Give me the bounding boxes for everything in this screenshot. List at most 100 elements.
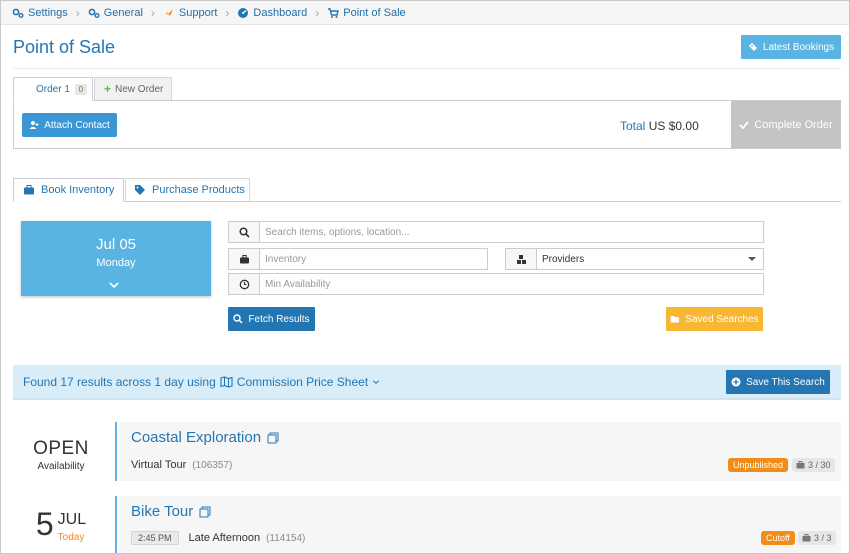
breadcrumb-general[interactable]: General (88, 7, 143, 19)
save-search-button[interactable]: Save This Search (726, 370, 830, 394)
option-code: (114154) (266, 532, 306, 544)
date-today-label: Today (57, 532, 85, 543)
results-summary-text: Found 17 results across 1 day using (23, 375, 216, 389)
breadcrumb-label: General (103, 6, 143, 19)
folder-open-icon (670, 316, 680, 323)
result-date: 5 JUL Today (21, 508, 101, 543)
fetch-results-button[interactable]: Fetch Results (228, 307, 315, 331)
capacity-badge: 3 / 30 (792, 458, 835, 472)
option-name: Late Afternoon (188, 532, 261, 544)
suitcase-icon (802, 534, 811, 542)
chevron-down-icon (109, 282, 119, 289)
price-sheet-dropdown[interactable]: Commission Price Sheet (237, 375, 368, 389)
plus-icon: + (104, 82, 112, 96)
capacity-badge: 3 / 3 (798, 531, 836, 545)
status-badge: Cutoff (761, 531, 795, 545)
date-day: 5 (35, 506, 54, 542)
result-option: Virtual Tour (106357) (131, 459, 232, 471)
breadcrumb-separator: › (75, 5, 80, 20)
tab-label: Purchase Products (152, 184, 245, 196)
ticket-icon (748, 43, 757, 51)
breadcrumb-point-of-sale[interactable]: Point of Sale (327, 7, 406, 19)
cart-icon (328, 7, 340, 18)
availability-field (228, 273, 764, 295)
result-card: Coastal Exploration Virtual Tour (106357… (119, 422, 841, 481)
min-availability-input[interactable] (260, 275, 763, 293)
order-count-badge: 0 (74, 83, 87, 95)
breadcrumb-label: Support (178, 6, 218, 19)
option-name: Virtual Tour (131, 459, 187, 471)
date-selector[interactable]: Jul 05 Monday (21, 221, 211, 296)
fetch-results-label: Fetch Results (248, 313, 310, 325)
gears-icon (88, 8, 100, 18)
copy-icon (199, 506, 211, 517)
divider (13, 201, 841, 202)
capacity-value: 3 / 3 (814, 533, 832, 543)
plus-circle-icon (731, 377, 741, 387)
page-title: Point of Sale (13, 37, 116, 57)
gears-icon (12, 8, 24, 18)
result-title[interactable]: Bike Tour (131, 503, 211, 520)
result-date: OPEN Availability (21, 438, 101, 472)
breadcrumb-separator: › (225, 5, 230, 20)
search-icon (229, 222, 260, 242)
option-code: (106357) (192, 459, 233, 471)
result-option: 2:45 PM Late Afternoon (114154) (131, 531, 305, 545)
latest-bookings-button[interactable]: Latest Bookings (741, 35, 841, 59)
saved-searches-button[interactable]: Saved Searches (666, 307, 763, 331)
breadcrumb-dashboard[interactable]: Dashboard (237, 7, 307, 19)
providers-select[interactable]: Providers (537, 254, 763, 265)
time-badge: 2:45 PM (131, 531, 179, 545)
copy-icon (267, 432, 279, 443)
complete-order-label: Complete Order (754, 118, 833, 131)
search-field (228, 221, 764, 243)
suitcase-icon (796, 461, 805, 469)
caret-down-icon (748, 257, 756, 261)
dashboard-icon (238, 7, 249, 18)
check-icon (739, 120, 750, 129)
availability-status: OPEN (33, 438, 89, 459)
tag-icon (135, 185, 145, 195)
breadcrumb-separator: › (150, 5, 155, 20)
saved-searches-label: Saved Searches (685, 313, 759, 325)
chevron-down-icon (373, 380, 380, 384)
inventory-field (228, 248, 488, 270)
rocket-icon (164, 8, 173, 17)
cubes-icon (506, 249, 537, 269)
breadcrumb: Settings › General › Support › Dashboard… (1, 1, 849, 25)
capacity-value: 3 / 30 (808, 460, 831, 470)
tab-order-1[interactable]: Order 1 0 (13, 77, 93, 101)
total-label: Total (620, 119, 646, 133)
breadcrumb-label: Dashboard (253, 6, 308, 19)
tab-new-order[interactable]: + New Order (94, 77, 172, 101)
breadcrumb-support[interactable]: Support (163, 6, 218, 19)
map-icon (220, 376, 233, 388)
complete-order-button[interactable]: Complete Order (731, 101, 841, 148)
inventory-input[interactable] (260, 250, 487, 268)
save-search-label: Save This Search (746, 376, 825, 388)
search-icon (233, 314, 243, 324)
providers-field: Providers (505, 248, 764, 270)
new-order-label: New Order (115, 83, 164, 95)
breadcrumb-separator: › (315, 5, 320, 20)
tab-purchase-products[interactable]: Purchase Products (125, 178, 250, 202)
date-month: JUL (57, 511, 87, 528)
results-summary-bar: Found 17 results across 1 day using Comm… (13, 365, 841, 400)
divider (13, 68, 841, 69)
order-tab-label: Order 1 (36, 83, 70, 95)
add-user-icon (29, 121, 39, 129)
result-title-text: Bike Tour (131, 503, 194, 520)
app-window: Settings › General › Support › Dashboard… (0, 0, 850, 554)
search-input[interactable] (260, 223, 763, 241)
results-summary: Found 17 results across 1 day using Comm… (23, 375, 380, 389)
breadcrumb-settings[interactable]: Settings (12, 7, 68, 19)
order-total: Total US $0.00 (620, 119, 699, 133)
availability-label: Availability (37, 461, 85, 472)
date-divider (115, 496, 117, 553)
result-title[interactable]: Coastal Exploration (131, 429, 279, 446)
attach-contact-label: Attach Contact (44, 119, 110, 131)
suitcase-icon (229, 249, 260, 269)
order-panel (13, 100, 841, 149)
attach-contact-button[interactable]: Attach Contact (22, 113, 117, 137)
tab-book-inventory[interactable]: Book Inventory (13, 178, 124, 202)
